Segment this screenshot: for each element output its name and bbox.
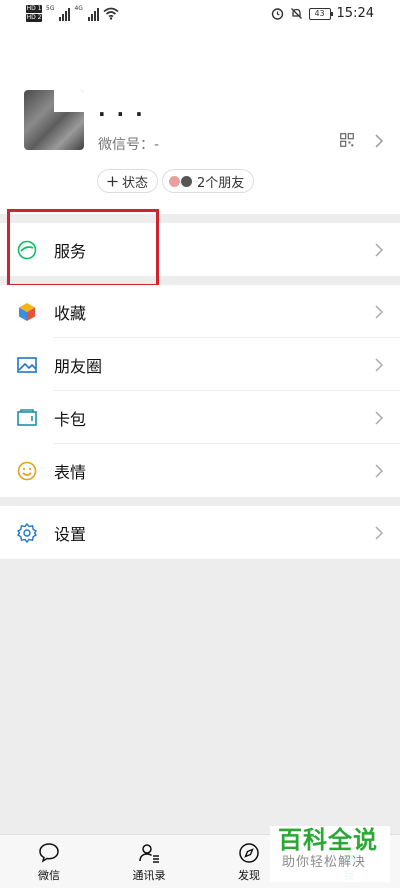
qr-code-icon[interactable] [340, 133, 354, 147]
wallet-icon [17, 409, 37, 426]
mute-icon [290, 8, 302, 19]
status-bar: HD 1 HD 2 5G 4G 43 15:24 [0, 0, 400, 30]
wechat-id: 微信号：- [98, 137, 160, 153]
network2-label: 4G [74, 5, 83, 12]
tab-label-contacts: 通讯录 [132, 869, 166, 882]
favorites-cube-icon [19, 303, 35, 321]
chevron-right-icon [375, 526, 384, 540]
menu-label-settings: 设置 [54, 524, 87, 544]
chevron-right-icon [375, 305, 384, 319]
sim1-badge: HD 1 [26, 5, 42, 13]
clock: 15:24 [336, 6, 374, 21]
menu-item-stickers[interactable]: 表情 [0, 444, 400, 497]
watermark-subtitle: 助你轻松解决 [282, 855, 367, 870]
tab-contacts[interactable]: 通讯录 [114, 841, 184, 883]
profile-nickname: · · · [98, 102, 145, 126]
tab-label-chats: 微信 [38, 869, 60, 882]
chevron-right-icon [375, 411, 384, 425]
menu-item-settings[interactable]: 设置 [0, 506, 400, 559]
menu-label-cards: 卡包 [54, 409, 87, 429]
tab-label-discover: 发现 [238, 869, 260, 882]
menu-item-favorites[interactable]: 收藏 [0, 285, 400, 338]
status-button[interactable]: 状态 [97, 169, 159, 193]
menu-label-stickers: 表情 [54, 462, 87, 482]
chevron-right-icon [375, 243, 384, 257]
avatar[interactable] [24, 90, 84, 150]
menu-label-moments: 朋友圈 [54, 356, 103, 376]
chat-bubble-icon [39, 843, 59, 863]
compass-icon [239, 843, 259, 863]
highlight-box [7, 209, 159, 287]
wifi-icon [103, 7, 119, 20]
network1-label: 5G [46, 5, 55, 12]
menu-label-favorites: 收藏 [54, 303, 87, 323]
status-bar-right: 43 15:24 [271, 6, 374, 21]
gear-icon [16, 522, 38, 544]
friends-label: 2个朋友 [197, 175, 245, 191]
signal-icon-2 [87, 7, 99, 21]
watermark: 百科全说 助你轻松解决 [270, 826, 390, 882]
sim2-badge: HD 2 [26, 14, 42, 22]
friends-status-button[interactable]: 2个朋友 [162, 169, 255, 193]
battery-icon: 43 [308, 7, 333, 20]
moments-image-icon [17, 357, 37, 373]
friend-avatar [180, 174, 193, 188]
status-label: 状态 [122, 175, 149, 191]
plus-icon [107, 176, 118, 186]
alarm-icon [271, 8, 283, 20]
features-group: 收藏 朋友圈 卡包 表情 [0, 285, 400, 497]
signal-icon-1 [59, 7, 71, 21]
menu-item-moments[interactable]: 朋友圈 [0, 338, 400, 391]
status-bar-left: HD 1 HD 2 5G 4G [26, 5, 119, 22]
settings-group: 设置 [0, 506, 400, 559]
chevron-right-icon [375, 134, 384, 148]
chevron-right-icon [375, 464, 384, 478]
chevron-right-icon [375, 358, 384, 372]
contacts-icon [139, 844, 159, 863]
menu-item-cards[interactable]: 卡包 [0, 391, 400, 444]
smiley-icon [17, 461, 37, 481]
tab-chats[interactable]: 微信 [14, 841, 84, 883]
watermark-title: 百科全说 [278, 826, 378, 854]
profile-header[interactable]: · · · 微信号：- 状态 2个朋友 [0, 30, 400, 214]
